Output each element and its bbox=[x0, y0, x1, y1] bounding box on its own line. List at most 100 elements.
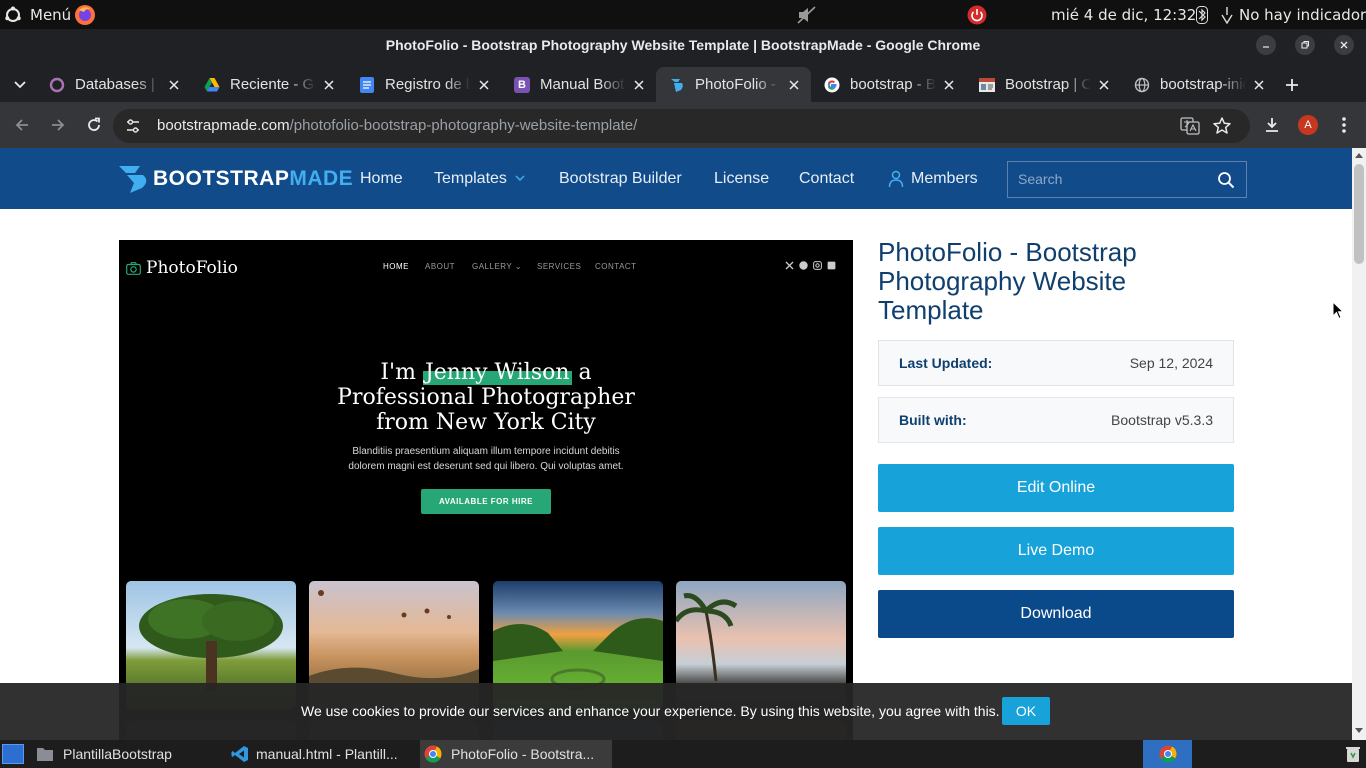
close-tab-icon[interactable] bbox=[1250, 76, 1268, 94]
last-updated-label: Last Updated: bbox=[899, 355, 993, 371]
tab-docs[interactable]: Registro de la bbox=[346, 67, 501, 102]
download-button[interactable]: Download bbox=[878, 590, 1234, 638]
site-info-icon[interactable] bbox=[124, 117, 142, 135]
power-icon[interactable] bbox=[967, 0, 987, 29]
close-window-button[interactable] bbox=[1334, 35, 1354, 55]
preview-nav-about: ABOUT bbox=[425, 262, 456, 271]
website-favicon bbox=[979, 77, 995, 93]
translate-icon[interactable] bbox=[1180, 116, 1200, 136]
firefox-launcher[interactable] bbox=[74, 0, 96, 29]
nav-license[interactable]: License bbox=[714, 148, 769, 209]
nav-templates-label: Templates bbox=[434, 170, 507, 187]
nav-bootstrap-builder[interactable]: Bootstrap Builder bbox=[559, 148, 682, 209]
tab-manual-bootstrap[interactable]: B Manual Bootst bbox=[501, 67, 656, 102]
chevron-down-icon bbox=[515, 175, 525, 182]
google-docs-favicon bbox=[359, 76, 375, 93]
trash-icon[interactable] bbox=[1342, 740, 1364, 768]
tab-databases[interactable]: Databases | Cl bbox=[36, 67, 191, 102]
close-tab-icon[interactable] bbox=[165, 76, 183, 94]
folder-icon bbox=[36, 746, 54, 762]
template-preview-image[interactable]: PhotoFolio HOME ABOUT GALLERY ⌄ SERVICES… bbox=[119, 240, 853, 740]
downloads-icon[interactable] bbox=[1261, 114, 1283, 136]
preview-nav-home: HOME bbox=[383, 262, 409, 271]
window-title: PhotoFolio - Bootstrap Photography Websi… bbox=[385, 37, 981, 53]
address-bar[interactable]: bootstrapmade.com/photofolio-bootstrap-p… bbox=[113, 109, 1250, 143]
preview-social-icons bbox=[785, 261, 836, 270]
site-navbar: BOOTSTRAP MADE Home Templates Bootstrap B… bbox=[0, 148, 1352, 209]
globe-favicon bbox=[1134, 77, 1150, 93]
nav-members[interactable]: Members bbox=[888, 148, 978, 209]
tab-photofolio[interactable]: PhotoFolio - B bbox=[656, 67, 811, 102]
os-menu-button[interactable]: Menú bbox=[4, 0, 71, 29]
restore-button[interactable] bbox=[1295, 35, 1315, 55]
last-updated-row: Last Updated: Sep 12, 2024 bbox=[878, 340, 1234, 386]
close-tab-icon[interactable] bbox=[940, 76, 958, 94]
bookmark-star-icon[interactable] bbox=[1212, 116, 1232, 136]
preview-nav-contact: CONTACT bbox=[595, 262, 637, 271]
preview-brand: PhotoFolio bbox=[126, 258, 238, 278]
taskbar-item-vscode[interactable]: manual.html - Plantill... bbox=[231, 740, 398, 768]
indicators-area[interactable]: No hay indicadores bbox=[1220, 0, 1366, 29]
bootstrapmade-favicon bbox=[669, 77, 685, 93]
site-logo[interactable]: BOOTSTRAP MADE bbox=[118, 164, 353, 194]
hero-line-2: Professional Photographer bbox=[337, 385, 635, 410]
tab-label: Registro de la bbox=[385, 76, 471, 93]
tab-google-search[interactable]: bootstrap - Bu bbox=[811, 67, 966, 102]
volume-muted-icon[interactable] bbox=[797, 0, 817, 29]
tab-label: bootstrap - Bu bbox=[850, 76, 936, 93]
user-icon bbox=[888, 170, 904, 188]
tab-search-button[interactable] bbox=[9, 74, 31, 96]
hero-post: a bbox=[571, 360, 592, 385]
hero-pre: I'm bbox=[380, 360, 423, 385]
tab-bootstrap-inic[interactable]: bootstrap-inic bbox=[1121, 67, 1276, 102]
bluetooth-icon[interactable] bbox=[1196, 0, 1208, 29]
vscode-icon bbox=[231, 745, 249, 763]
profile-avatar[interactable]: A bbox=[1297, 114, 1319, 136]
show-desktop-button[interactable] bbox=[0, 740, 26, 768]
back-button[interactable] bbox=[11, 114, 33, 136]
live-demo-button[interactable]: Live Demo bbox=[878, 527, 1234, 575]
nav-contact[interactable]: Contact bbox=[799, 148, 854, 209]
close-tab-icon[interactable] bbox=[785, 76, 803, 94]
hero-sub-2: dolorem magni est deserunt sed qui liber… bbox=[348, 461, 624, 472]
url-path: /photofolio-bootstrap-photography-websit… bbox=[289, 117, 638, 134]
site-search-input[interactable]: Search bbox=[1007, 161, 1247, 198]
tab-drive[interactable]: Reciente - Goo bbox=[191, 67, 346, 102]
preview-brand-text: PhotoFolio bbox=[146, 258, 238, 278]
hero-name: Jenny Wilson bbox=[422, 360, 572, 385]
taskbar-item-files[interactable]: PlantillaBootstrap bbox=[36, 740, 172, 768]
new-tab-button[interactable] bbox=[1281, 74, 1303, 96]
os-clock[interactable]: mié 4 de dic, 12:32 bbox=[1051, 0, 1196, 29]
edit-online-button[interactable]: Edit Online bbox=[878, 464, 1234, 512]
close-tab-icon[interactable] bbox=[1095, 76, 1113, 94]
bootstrapmade-logo-icon bbox=[118, 164, 150, 194]
tab-label: bootstrap-inic bbox=[1160, 76, 1246, 93]
taskbar-label: PhotoFolio - Bootstra... bbox=[451, 746, 595, 762]
minimize-button[interactable] bbox=[1256, 35, 1276, 55]
taskbar-item-chrome[interactable]: PhotoFolio - Bootstra... bbox=[420, 740, 612, 768]
scroll-down-icon bbox=[1355, 728, 1363, 733]
close-tab-icon[interactable] bbox=[475, 76, 493, 94]
nav-home[interactable]: Home bbox=[360, 148, 403, 209]
chrome-menu-icon[interactable] bbox=[1333, 114, 1355, 136]
cookie-ok-button[interactable]: OK bbox=[1002, 697, 1050, 725]
close-tab-icon[interactable] bbox=[630, 76, 648, 94]
close-tab-icon[interactable] bbox=[320, 76, 338, 94]
tab-strip: Databases | Cl Reciente - Goo Registro d… bbox=[0, 61, 1366, 102]
os-menu-label: Menú bbox=[30, 5, 72, 24]
tab-bootstrap-co[interactable]: Bootstrap | Co bbox=[966, 67, 1121, 102]
page-scrollbar[interactable] bbox=[1352, 148, 1366, 740]
last-updated-value: Sep 12, 2024 bbox=[1129, 355, 1213, 371]
tab-label: Manual Bootst bbox=[540, 76, 626, 93]
web-page: BOOTSTRAP MADE Home Templates Bootstrap B… bbox=[0, 148, 1366, 740]
nav-templates[interactable]: Templates bbox=[434, 148, 525, 209]
scroll-up-icon bbox=[1355, 153, 1363, 158]
forward-button[interactable] bbox=[47, 114, 69, 136]
firefox-icon bbox=[74, 4, 96, 26]
taskbar-chrome-launcher[interactable] bbox=[1143, 740, 1192, 768]
facebook-icon bbox=[799, 261, 808, 270]
scrollbar-thumb[interactable] bbox=[1354, 164, 1364, 264]
logo-text-bootstrap: BOOTSTRAP bbox=[153, 167, 290, 190]
search-icon[interactable] bbox=[1217, 171, 1235, 189]
reload-button[interactable] bbox=[83, 114, 105, 136]
